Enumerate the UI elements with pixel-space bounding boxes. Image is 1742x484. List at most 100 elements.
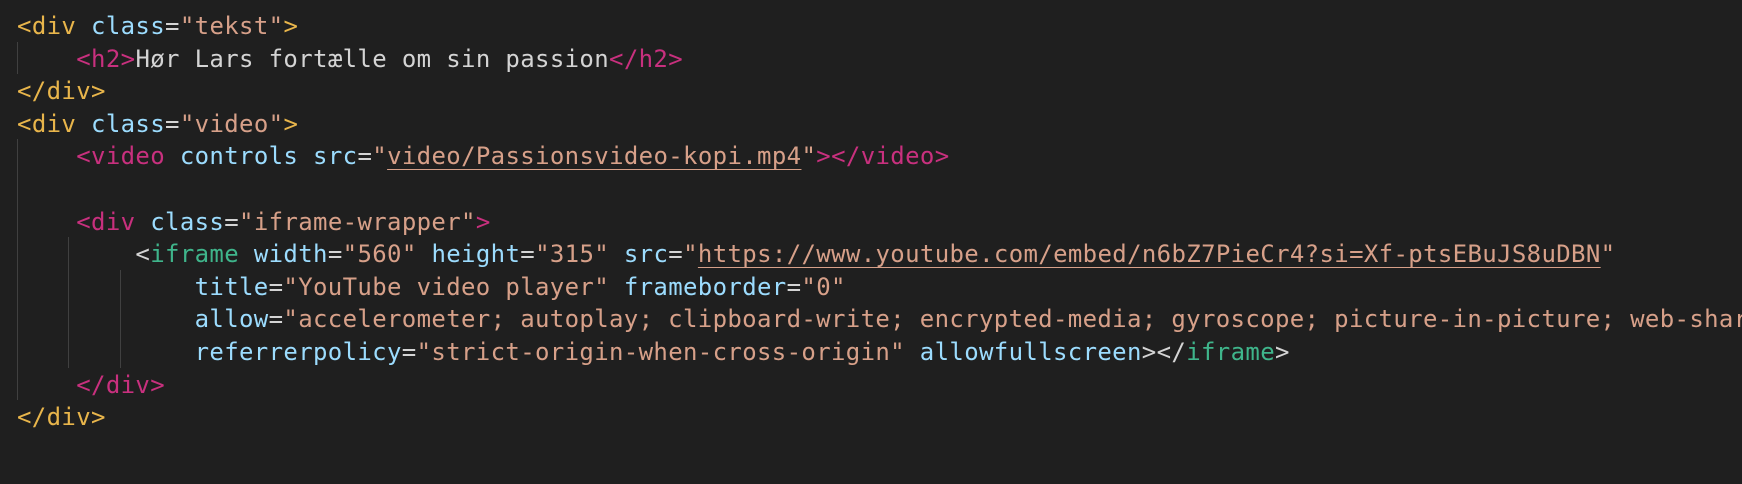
code-token: =	[165, 12, 180, 40]
code-token: div	[46, 77, 92, 106]
code-token: referrerpolicy	[194, 338, 402, 366]
code-token: "	[372, 142, 388, 171]
code-token: </	[609, 44, 639, 73]
code-token: "560"	[342, 240, 417, 269]
code-token: >	[91, 403, 106, 432]
code-line: <h2>Hør Lars fortælle om sin passion</h2…	[17, 42, 683, 76]
code-token: allow	[194, 305, 269, 334]
code-line: </div>	[17, 368, 165, 402]
code-line: <div class="video">	[17, 107, 298, 141]
code-token: "strict-origin-when-cross-origin"	[416, 338, 905, 366]
code-token: =	[327, 240, 343, 269]
code-token: >	[91, 77, 106, 106]
code-line: <div class="tekst">	[17, 9, 298, 43]
code-token: div	[46, 403, 92, 432]
code-token: </	[76, 370, 106, 399]
code-token: <	[76, 142, 92, 171]
code-token: class	[91, 12, 166, 40]
code-token: <	[76, 44, 92, 73]
code-token: div	[31, 109, 77, 138]
code-token: src	[623, 240, 669, 269]
code-token: "	[1600, 240, 1616, 269]
code-token: "tekst"	[179, 12, 284, 40]
code-token: iframe	[1186, 338, 1275, 366]
code-token: h2	[91, 44, 121, 73]
code-token: >	[120, 44, 136, 73]
code-token: <	[76, 207, 92, 236]
code-token: =	[224, 207, 240, 236]
code-token: >	[150, 370, 166, 399]
code-token: >	[1275, 338, 1290, 366]
code-token: <	[17, 109, 32, 138]
code-token: title	[194, 272, 269, 301]
code-token: frameborder	[623, 272, 787, 301]
code-token: "	[801, 142, 817, 171]
code-line: referrerpolicy="strict-origin-when-cross…	[17, 335, 1290, 369]
code-token: h2	[638, 44, 669, 73]
code-line: <iframe width="560" height="315" src="ht…	[17, 237, 1615, 271]
code-token: div	[91, 207, 136, 236]
code-token: "iframe-wrapper"	[239, 207, 476, 236]
code-line: title="YouTube video player" frameborder…	[17, 270, 846, 304]
code-token: div	[105, 370, 151, 399]
code-token: >	[475, 207, 491, 236]
code-token: <	[17, 12, 32, 40]
code-token: "YouTube video player"	[283, 272, 609, 301]
code-token: ></	[1141, 338, 1187, 366]
code-line: </div>	[17, 74, 106, 108]
code-line: </div>	[17, 400, 106, 434]
code-token: class	[91, 109, 166, 138]
code-line: allow="accelerometer; autoplay; clipboar…	[17, 302, 1742, 336]
code-token: class	[150, 207, 225, 236]
code-token: =	[268, 272, 284, 301]
code-line: <div class="iframe-wrapper">	[17, 205, 491, 239]
code-token: video	[860, 142, 935, 171]
code-token: =	[357, 142, 373, 171]
code-editor[interactable]: <div class="tekst"> <h2>Hør Lars fortæll…	[0, 0, 1742, 484]
code-token: "315"	[535, 240, 610, 269]
code-token: >	[934, 142, 950, 171]
code-token: allowfullscreen	[919, 338, 1142, 366]
code-token: Hør Lars fortælle om sin passion	[135, 44, 610, 73]
code-token: </	[17, 77, 47, 106]
code-token: controls	[179, 142, 299, 171]
code-token: src	[313, 142, 358, 171]
code-token: </	[17, 403, 47, 432]
code-token: =	[268, 305, 284, 334]
code-token: iframe	[150, 240, 240, 269]
code-token: <	[135, 240, 151, 269]
code-token: ></	[816, 142, 861, 171]
code-token: video	[91, 142, 166, 171]
code-token: width	[253, 240, 328, 269]
code-token: height	[431, 240, 521, 269]
code-token: =	[786, 272, 802, 301]
code-token: video/Passionsvideo-kopi.mp4	[387, 142, 802, 171]
code-token: >	[668, 44, 684, 73]
code-token: "video"	[179, 109, 284, 138]
code-token: >	[283, 12, 299, 40]
code-token: =	[520, 240, 536, 269]
code-token: div	[31, 12, 77, 40]
code-line: <video controls src="video/Passionsvideo…	[17, 139, 950, 173]
code-token: =	[165, 109, 180, 138]
code-token: =	[401, 338, 417, 366]
code-token: "	[683, 240, 698, 269]
